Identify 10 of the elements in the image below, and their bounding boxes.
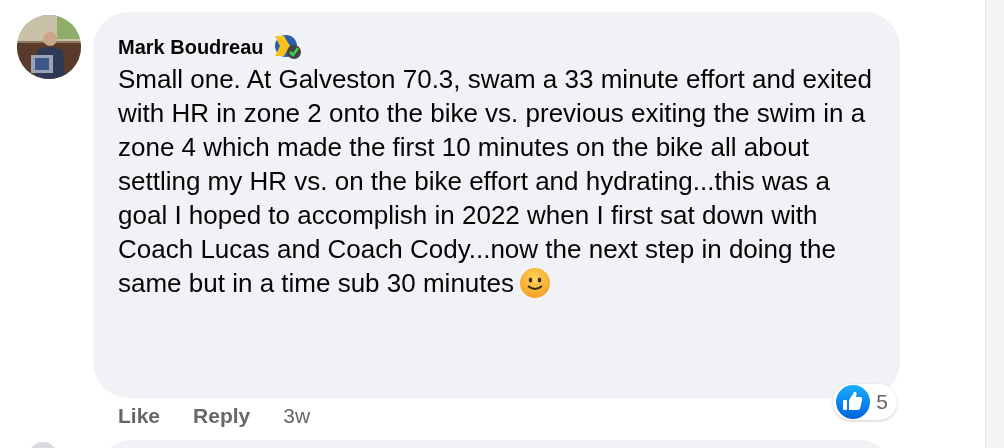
like-button[interactable]: Like xyxy=(118,404,161,428)
reaction-count: 5 xyxy=(876,390,888,414)
scrollbar[interactable] xyxy=(985,0,1004,448)
smiley-icon xyxy=(520,268,550,298)
reply-button[interactable]: Reply xyxy=(193,404,251,428)
thumbs-up-icon xyxy=(836,385,871,419)
author-name[interactable]: Mark Boudreau xyxy=(118,35,264,59)
timestamp[interactable]: 3w xyxy=(283,404,311,428)
comment-text: Small one. At Galveston 70.3, swam a 33 minute effort and exited with HR in zone 2 onto the bike vs. previous exiting the swim in a zone 4 which made the first 10 minutes on the bike all about settling my HR vs. on the bike effort and hydrating...this was a goal I hoped to accomplish in 2022 when I first sat down with Coach Lucas and Coach Cody...now the next step in doing the same but in a time sub 30 minutes xyxy=(118,63,873,300)
reaction-count-pill[interactable]: 5 xyxy=(833,384,897,420)
